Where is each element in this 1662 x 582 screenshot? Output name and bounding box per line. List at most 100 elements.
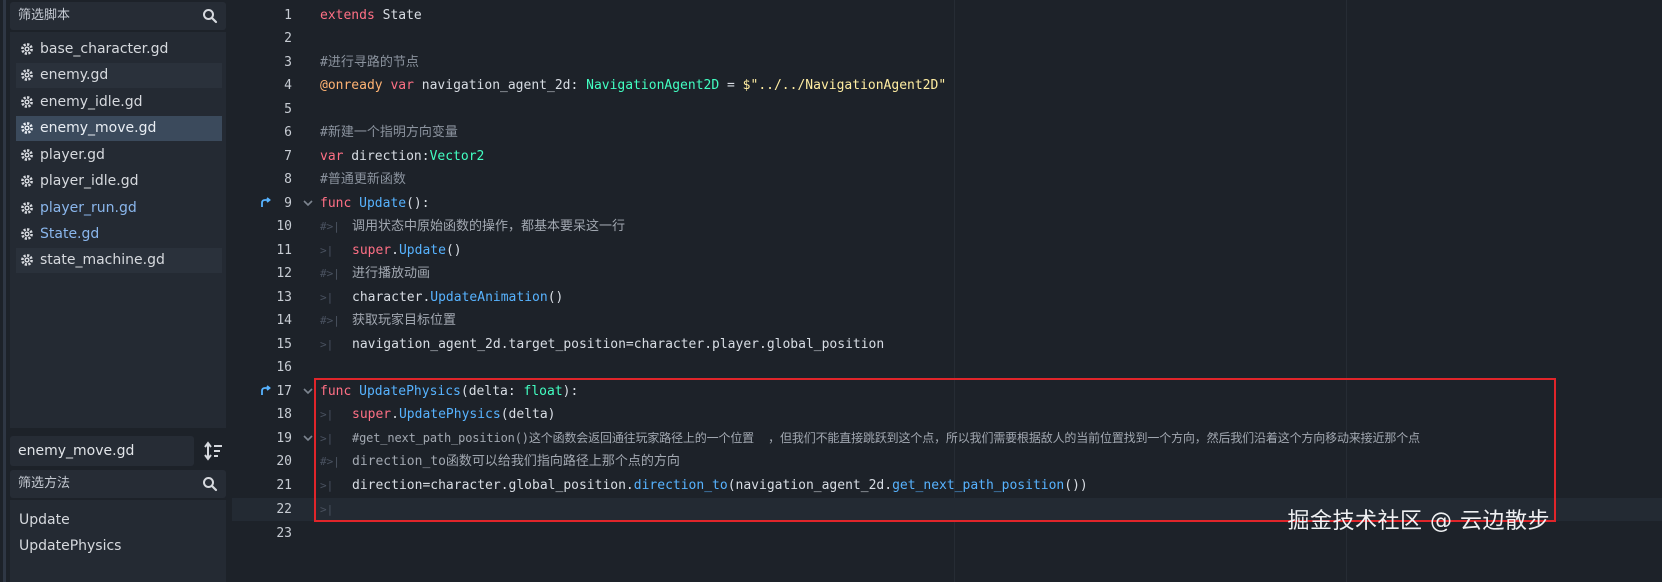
line-number: 18 [276, 407, 292, 422]
code-line: 1 extends State [232, 4, 1662, 27]
gear-icon [21, 202, 33, 214]
code-line: 14 #>| 获取玩家目标位置 [232, 309, 1662, 332]
code-comment: #普通更新函数 [320, 172, 406, 187]
script-item-state[interactable]: State.gd [16, 222, 222, 247]
code-line: 18 >| super.UpdatePhysics(delta) [232, 403, 1662, 426]
line-number: 12 [276, 266, 292, 281]
script-filter-placeholder: 筛选脚本 [18, 8, 71, 23]
comment-tab-marker: #>| [320, 455, 340, 468]
code-line: 19 >| #get_next_path_position()这个函数会返回通往… [232, 427, 1662, 450]
sort-icon[interactable] [202, 438, 226, 464]
left-dock-edge [0, 0, 10, 582]
code-comment: 进行播放动画 [352, 266, 431, 281]
code-line: 20 #>| direction_to函数可以给我们指向路径上那个点的方向 [232, 450, 1662, 473]
script-item-player-idle[interactable]: player_idle.gd [16, 169, 222, 194]
line-number: 3 [284, 55, 292, 70]
script-item-label: player.gd [40, 147, 105, 163]
fold-arrow-icon[interactable] [302, 386, 314, 396]
script-item-enemy[interactable]: enemy.gd [16, 63, 222, 88]
line-number: 17 [276, 384, 292, 399]
script-item-base-character[interactable]: base_character.gd [16, 37, 222, 62]
code-text: func UpdatePhysics(delta: float): [320, 384, 579, 399]
gear-icon [21, 69, 33, 81]
script-item-label: state_machine.gd [40, 252, 165, 268]
gear-icon [21, 96, 33, 108]
code-line: 12 #>| 进行播放动画 [232, 262, 1662, 285]
line-number: 11 [276, 243, 292, 258]
line-number: 19 [276, 431, 292, 446]
code-comment: direction_to函数可以给我们指向路径上那个点的方向 [352, 454, 680, 469]
fold-arrow-icon[interactable] [302, 198, 314, 208]
comment-tab-marker: #>| [320, 314, 340, 327]
gear-icon [21, 254, 33, 266]
code-line: 11 >| super.Update() [232, 239, 1662, 262]
code-text: super.Update() [352, 243, 462, 258]
code-line: 10 #>| 调用状态中原始函数的操作，都基本要呆这一行 [232, 215, 1662, 238]
script-item-label: player_idle.gd [40, 173, 139, 189]
script-item-label: base_character.gd [40, 41, 169, 57]
method-item-updatephysics[interactable]: UpdatePhysics [19, 535, 121, 557]
script-item-label: enemy_move.gd [40, 120, 157, 136]
line-number: 5 [284, 102, 292, 117]
indent-marker: >| [320, 291, 334, 304]
script-item-enemy-idle[interactable]: enemy_idle.gd [16, 90, 222, 115]
line-number: 10 [276, 219, 292, 234]
gear-icon [21, 149, 33, 161]
method-filter-placeholder: 筛选方法 [18, 476, 71, 491]
script-item-player[interactable]: player.gd [16, 143, 222, 168]
indent-marker: >| [320, 244, 334, 257]
code-line: 6 #新建一个指明方向变量 [232, 121, 1662, 144]
fold-arrow-icon[interactable] [302, 433, 314, 443]
watermark: 掘金技术社区 @ 云边散步 [1287, 509, 1550, 534]
method-filter-input[interactable]: 筛选方法 [10, 470, 226, 498]
line-number: 21 [276, 478, 292, 493]
code-line: 21 >| direction=character.global_positio… [232, 474, 1662, 497]
comment-tab-marker: #>| [320, 220, 340, 233]
code-comment: #新建一个指明方向变量 [320, 125, 458, 140]
line-number: 23 [276, 526, 292, 541]
gear-icon [21, 122, 33, 134]
line-number: 15 [276, 337, 292, 352]
line-number: 1 [284, 8, 292, 23]
script-item-label: player_run.gd [40, 200, 137, 216]
code-editor[interactable]: 1 extends State 2 3 #进行寻路的节点 4 @onready … [232, 0, 1662, 582]
code-line: 4 @onready var navigation_agent_2d: Navi… [232, 74, 1662, 97]
script-list: base_character.gd enemy.gd enemy_idle.gd… [10, 32, 226, 428]
code-text: super.UpdatePhysics(delta) [352, 407, 556, 422]
line-number: 2 [284, 31, 292, 46]
indent-marker: >| [320, 503, 334, 516]
indent-marker: >| [320, 479, 334, 492]
code-text: func Update(): [320, 196, 430, 211]
comment-tab-marker: #>| [320, 267, 340, 280]
search-icon[interactable] [202, 8, 218, 24]
line-number: 4 [284, 78, 292, 93]
gear-icon [21, 43, 33, 55]
method-item-update[interactable]: Update [19, 509, 70, 531]
script-filter-input[interactable]: 筛选脚本 [10, 2, 226, 30]
code-text: direction=character.global_position.dire… [352, 478, 1088, 493]
line-number: 20 [276, 454, 292, 469]
code-comment: #进行寻路的节点 [320, 55, 419, 70]
code-line: 2 [232, 27, 1662, 50]
code-line: 16 [232, 356, 1662, 379]
script-item-player-run[interactable]: player_run.gd [16, 196, 222, 221]
code-line: 17 func UpdatePhysics(delta: float): [232, 380, 1662, 403]
script-item-enemy-move[interactable]: enemy_move.gd [16, 116, 222, 141]
search-icon[interactable] [202, 476, 218, 492]
method-list: Update UpdatePhysics [10, 500, 226, 582]
code-line: 15 >| navigation_agent_2d.target_positio… [232, 333, 1662, 356]
gear-icon [21, 175, 33, 187]
code-text: navigation_agent_2d.target_position=char… [352, 337, 885, 352]
line-number: 6 [284, 125, 292, 140]
script-item-label: enemy_idle.gd [40, 94, 143, 110]
script-item-label: State.gd [40, 226, 100, 242]
code-comment: 获取玩家目标位置 [352, 313, 457, 328]
line-number: 14 [276, 313, 292, 328]
code-text: extends State [320, 8, 422, 23]
code-line: 8 #普通更新函数 [232, 168, 1662, 191]
code-line: 13 >| character.UpdateAnimation() [232, 286, 1662, 309]
code-comment: #get_next_path_position()这个函数会返回通往玩家路径上的… [352, 431, 1420, 445]
line-number: 22 [276, 502, 292, 517]
script-item-state-machine[interactable]: state_machine.gd [16, 248, 222, 273]
code-line: 7 var direction:Vector2 [232, 145, 1662, 168]
